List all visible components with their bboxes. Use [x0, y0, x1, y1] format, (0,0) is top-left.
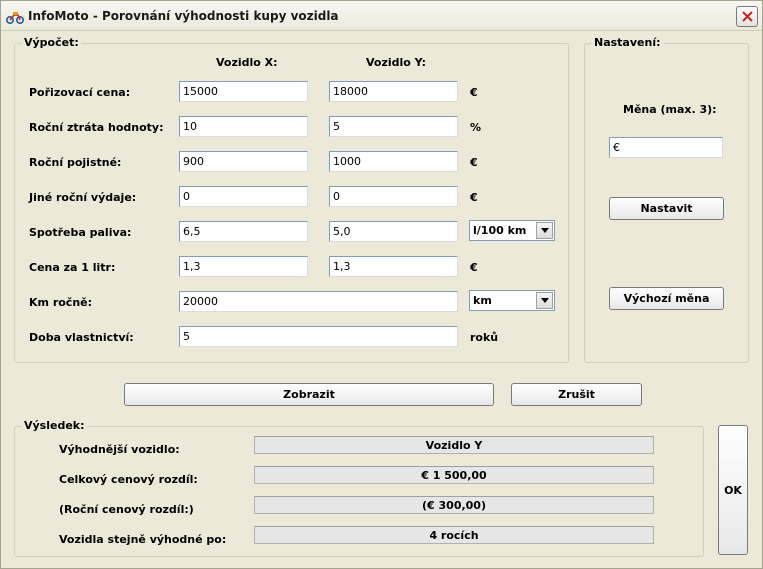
fuel-consumption-y-field[interactable]	[329, 221, 458, 242]
distance-unit-select[interactable]: km	[469, 290, 555, 311]
title-bar: InfoMoto - Porovnání výhodnosti kupy voz…	[1, 1, 762, 31]
result-group-label: Výsledek:	[22, 419, 87, 432]
ok-button-label: OK	[724, 484, 742, 497]
fuel-price-y-field[interactable]	[329, 256, 458, 277]
fuel-unit-value: l/100 km	[473, 224, 527, 237]
row-label-purchase-price: Pořizovací cena:	[29, 86, 131, 99]
other-expenses-y-field[interactable]	[329, 186, 458, 207]
currency-field[interactable]	[609, 137, 723, 158]
column-header-x: Vozidlo X:	[216, 56, 278, 69]
set-currency-button-label: Nastavit	[640, 202, 693, 215]
fuel-unit-select[interactable]: l/100 km	[469, 220, 555, 241]
depreciation-unit: %	[470, 121, 482, 134]
app-window: InfoMoto - Porovnání výhodnosti kupy voz…	[0, 0, 763, 569]
result-label-better-vehicle: Výhodnější vozidlo:	[59, 443, 180, 456]
depreciation-x-field[interactable]	[179, 116, 308, 137]
insurance-y-field[interactable]	[329, 151, 458, 172]
row-label-other-expenses: Jiné roční výdaje:	[29, 191, 137, 204]
result-value-yearly-difference: (€ 300,00)	[254, 496, 654, 514]
insurance-unit: €	[470, 156, 478, 169]
cancel-button[interactable]: Zrušit	[511, 383, 642, 406]
row-label-depreciation: Roční ztráta hodnoty:	[29, 121, 164, 134]
purchase-price-y-field[interactable]	[329, 81, 458, 102]
default-currency-button-label: Výchozí měna	[623, 292, 710, 305]
settings-group-label: Nastavení:	[592, 36, 663, 49]
other-expenses-unit: €	[470, 191, 478, 204]
row-label-km-per-year: Km ročně:	[29, 296, 93, 309]
km-per-year-field[interactable]	[179, 291, 458, 312]
row-label-insurance: Roční pojistné:	[29, 156, 122, 169]
chevron-down-icon	[541, 228, 549, 233]
calc-group-label: Výpočet:	[22, 36, 81, 49]
row-label-fuel-consumption: Spotřeba paliva:	[29, 226, 132, 239]
result-value-total-difference: € 1 500,00	[254, 466, 654, 484]
other-expenses-x-field[interactable]	[179, 186, 308, 207]
fuel-price-unit: €	[470, 261, 478, 274]
distance-unit-dropdown-button[interactable]	[536, 292, 553, 309]
purchase-price-unit: €	[470, 86, 478, 99]
row-label-ownership-years: Doba vlastnictví:	[29, 331, 134, 344]
cancel-button-label: Zrušit	[558, 388, 595, 401]
fuel-consumption-x-field[interactable]	[179, 221, 308, 242]
window-title: InfoMoto - Porovnání výhodnosti kupy voz…	[28, 9, 339, 23]
show-button-label: Zobrazit	[283, 388, 335, 401]
purchase-price-x-field[interactable]	[179, 81, 308, 102]
result-label-yearly-difference: (Roční cenový rozdíl:)	[59, 503, 194, 516]
fuel-unit-dropdown-button[interactable]	[536, 222, 553, 239]
insurance-x-field[interactable]	[179, 151, 308, 172]
distance-unit-value: km	[473, 294, 492, 307]
motorbike-icon	[5, 7, 25, 25]
column-header-y: Vozidlo Y:	[366, 56, 427, 69]
result-label-break-even: Vozidla stejně výhodné po:	[59, 533, 227, 546]
default-currency-button[interactable]: Výchozí měna	[609, 287, 724, 310]
ownership-years-unit: roků	[470, 331, 499, 344]
result-value-break-even: 4 rocích	[254, 526, 654, 544]
currency-label: Měna (max. 3):	[623, 103, 717, 116]
result-value-better-vehicle: Vozidlo Y	[254, 436, 654, 454]
fuel-price-x-field[interactable]	[179, 256, 308, 277]
ok-button[interactable]: OK	[718, 425, 748, 555]
depreciation-y-field[interactable]	[329, 116, 458, 137]
chevron-down-icon	[541, 298, 549, 303]
ownership-years-field[interactable]	[179, 326, 458, 347]
close-button[interactable]	[736, 6, 758, 27]
result-label-total-difference: Celkový cenový rozdíl:	[59, 473, 198, 486]
show-button[interactable]: Zobrazit	[124, 383, 494, 406]
close-icon	[742, 11, 753, 22]
set-currency-button[interactable]: Nastavit	[609, 197, 724, 220]
row-label-fuel-price: Cena za 1 litr:	[29, 261, 116, 274]
